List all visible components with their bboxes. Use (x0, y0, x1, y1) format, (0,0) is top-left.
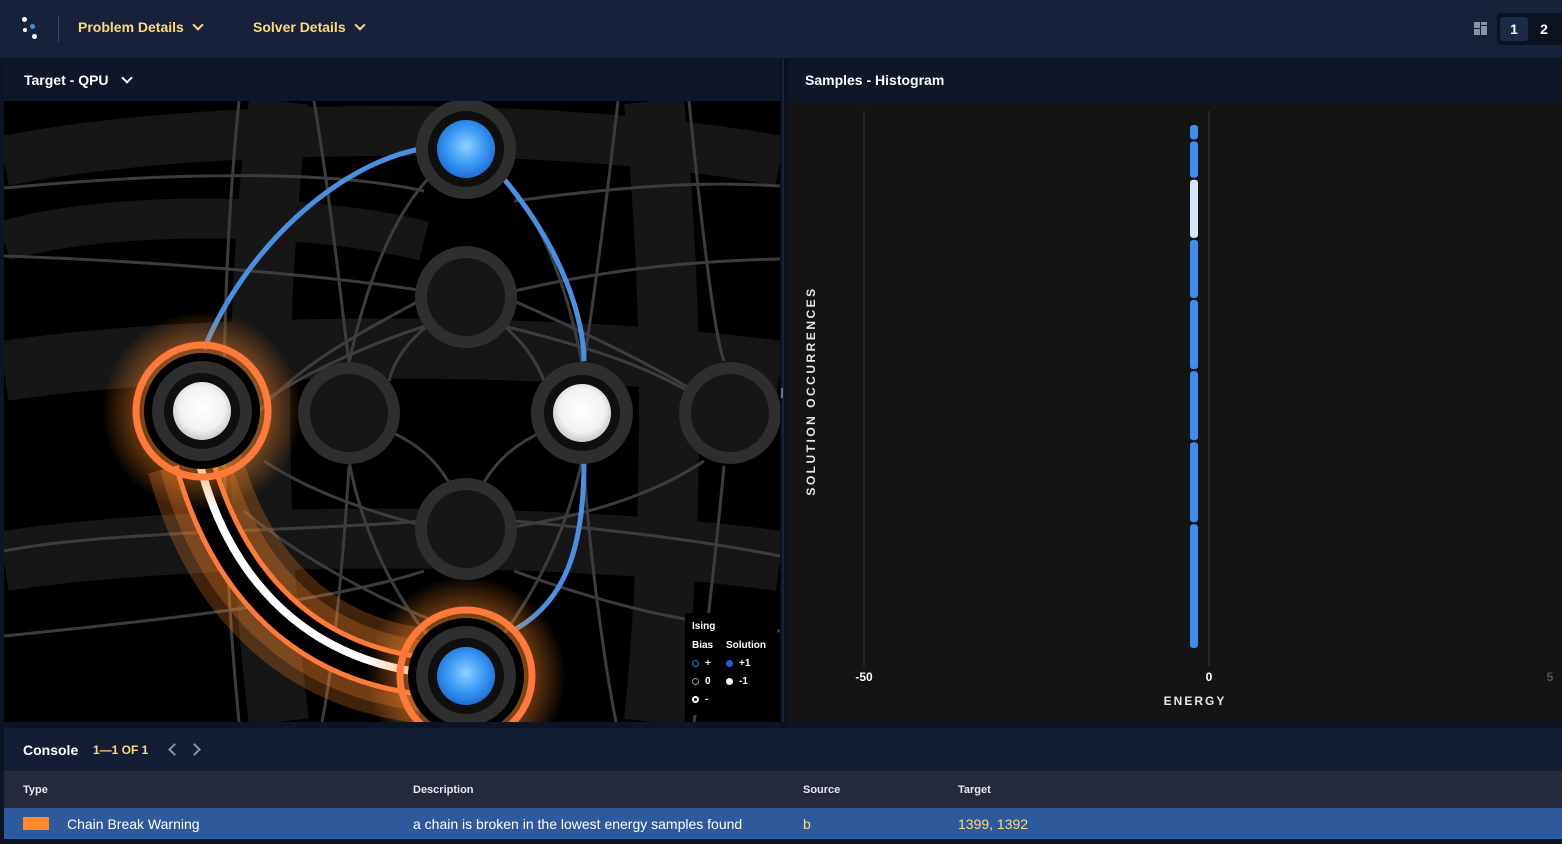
column-header-target[interactable]: Target (958, 784, 991, 796)
legend-bias-header: Bias (692, 640, 714, 651)
target-qpu-panel: Target - QPU Ising Bias Solution + +1 0 … (4, 58, 780, 722)
target-dropdown[interactable]: Target - QPU (24, 72, 133, 88)
histogram-bar-segment[interactable] (1190, 371, 1198, 441)
previous-page-icon[interactable] (168, 743, 181, 756)
console-title: Console (23, 742, 79, 758)
row-description: a chain is broken in the lowest energy s… (413, 816, 743, 832)
page-switcher: 1 2 (1497, 13, 1562, 45)
panel-header: Target - QPU (4, 58, 780, 101)
histogram-bar-segment[interactable] (1190, 300, 1198, 370)
panel-title: Target - QPU (24, 72, 109, 88)
qubit-left-chain[interactable] (132, 341, 272, 481)
chevron-down-icon (353, 19, 366, 31)
histogram-bar-segment[interactable] (1190, 141, 1198, 178)
problem-details-menu[interactable]: Problem Details (78, 19, 204, 35)
bias-zero-icon (692, 678, 699, 685)
topbar-separator (58, 16, 59, 42)
bias-plus-icon (692, 660, 699, 667)
legend-row-zero: 0 -1 (692, 676, 748, 687)
panel-resize-handle[interactable] (780, 58, 788, 728)
console-table-header: Type Description Source Target (4, 771, 1562, 808)
panel-header: Samples - Histogram (788, 58, 1562, 101)
y-axis-label: SOLUTION OCCURRENCES (804, 286, 818, 495)
warning-color-swatch (23, 817, 49, 830)
qubit-inner-bottom[interactable] (415, 478, 517, 580)
chevron-down-icon (192, 19, 204, 31)
ising-legend: Ising Bias Solution + +1 0 -1 - (685, 613, 777, 715)
x-tick-label: 0 (1206, 670, 1213, 684)
histogram-bar-segment[interactable] (1190, 179, 1198, 238)
chevron-down-icon (120, 72, 133, 84)
bias-minus-label: - (705, 694, 709, 705)
x-tick-label: 5 (1547, 670, 1554, 684)
qubit-bottom-chain[interactable] (396, 606, 536, 722)
top-bar: Problem Details Solver Details 1 2 (0, 0, 1562, 58)
app-logo-icon[interactable] (22, 17, 42, 41)
row-source: b (803, 816, 811, 832)
layout-grid-icon[interactable] (1474, 22, 1487, 35)
legend-row-minus: - (692, 694, 708, 705)
solution-minus-label: -1 (739, 676, 748, 687)
bottom-strip (0, 839, 1562, 844)
bias-zero-label: 0 (705, 676, 711, 687)
qubit-far-right[interactable] (679, 362, 780, 464)
histogram-bars[interactable] (1190, 125, 1198, 648)
legend-row-plus: + +1 (692, 658, 750, 669)
page-1-button[interactable]: 1 (1500, 17, 1528, 41)
row-target: 1399, 1392 (958, 816, 1029, 832)
console-row[interactable]: Chain Break Warning a chain is broken in… (4, 808, 1562, 839)
histogram-bar-segment[interactable] (1190, 442, 1198, 523)
qubit-top[interactable] (416, 101, 516, 199)
histogram-chart[interactable]: -50 0 5 ENERGY SOLUTION OCCURRENCES (788, 101, 1562, 722)
solution-plus-label: +1 (739, 658, 751, 669)
page-2-button[interactable]: 2 (1530, 17, 1558, 41)
column-header-type[interactable]: Type (23, 784, 48, 796)
qubit-right[interactable] (531, 362, 633, 464)
qubit-inner-left[interactable] (298, 362, 400, 464)
qubit-inner-top[interactable] (415, 246, 517, 348)
next-page-icon[interactable] (188, 743, 201, 756)
histogram-bar-segment[interactable] (1190, 524, 1198, 648)
console-header: Console 1—1 OF 1 (4, 728, 1562, 771)
histogram-bar-segment[interactable] (1190, 125, 1198, 140)
legend-title: Ising (692, 621, 716, 632)
histogram-bar-segment[interactable] (1190, 239, 1198, 298)
panel-title: Samples - Histogram (805, 72, 945, 88)
legend-solution-header: Solution (726, 640, 766, 651)
problem-details-label: Problem Details (78, 19, 184, 35)
column-header-source[interactable]: Source (803, 784, 840, 796)
console-count: 1—1 OF 1 (93, 743, 149, 757)
qpu-graph[interactable] (4, 101, 780, 722)
column-header-description[interactable]: Description (413, 784, 474, 796)
solution-plus-icon (726, 660, 733, 667)
samples-histogram-panel: Samples - Histogram -50 0 5 ENERGY SOLUT… (788, 58, 1562, 722)
bias-minus-icon (692, 696, 699, 703)
solver-details-menu[interactable]: Solver Details (253, 19, 366, 35)
bias-plus-label: + (705, 658, 711, 669)
row-type: Chain Break Warning (67, 816, 200, 832)
solver-details-label: Solver Details (253, 19, 346, 35)
solution-minus-icon (726, 678, 733, 685)
x-tick-label: -50 (855, 670, 873, 684)
x-axis-label: ENERGY (1164, 694, 1227, 708)
